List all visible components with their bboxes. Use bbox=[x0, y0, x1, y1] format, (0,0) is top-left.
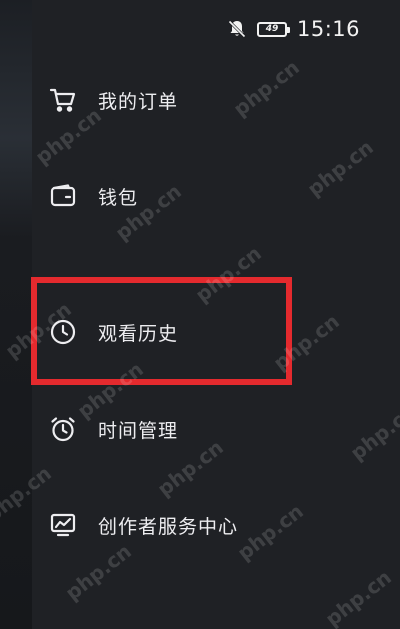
wallet-icon bbox=[48, 181, 78, 211]
mute-bell-icon bbox=[227, 19, 247, 39]
highlight-annotation-box bbox=[31, 277, 292, 385]
menu-item-label: 创作者服务中心 bbox=[98, 515, 239, 538]
menu-item-time-management[interactable]: 时间管理 bbox=[48, 409, 178, 449]
status-bar: 49 15:16 bbox=[227, 14, 360, 44]
status-time: 15:16 bbox=[296, 17, 360, 41]
background-content-strip bbox=[0, 0, 32, 629]
menu-item-label: 我的订单 bbox=[98, 90, 179, 113]
cart-icon bbox=[48, 85, 78, 115]
menu-item-my-orders[interactable]: 我的订单 bbox=[48, 80, 178, 120]
battery-icon: 49 bbox=[256, 21, 290, 37]
menu-item-creator-service-center[interactable]: 创作者服务中心 bbox=[48, 505, 238, 545]
alarm-icon bbox=[48, 414, 78, 444]
menu-item-label: 钱包 bbox=[98, 186, 139, 209]
chart-monitor-icon bbox=[48, 510, 78, 540]
menu-item-wallet[interactable]: 钱包 bbox=[48, 176, 138, 216]
menu-item-label: 时间管理 bbox=[98, 419, 179, 442]
